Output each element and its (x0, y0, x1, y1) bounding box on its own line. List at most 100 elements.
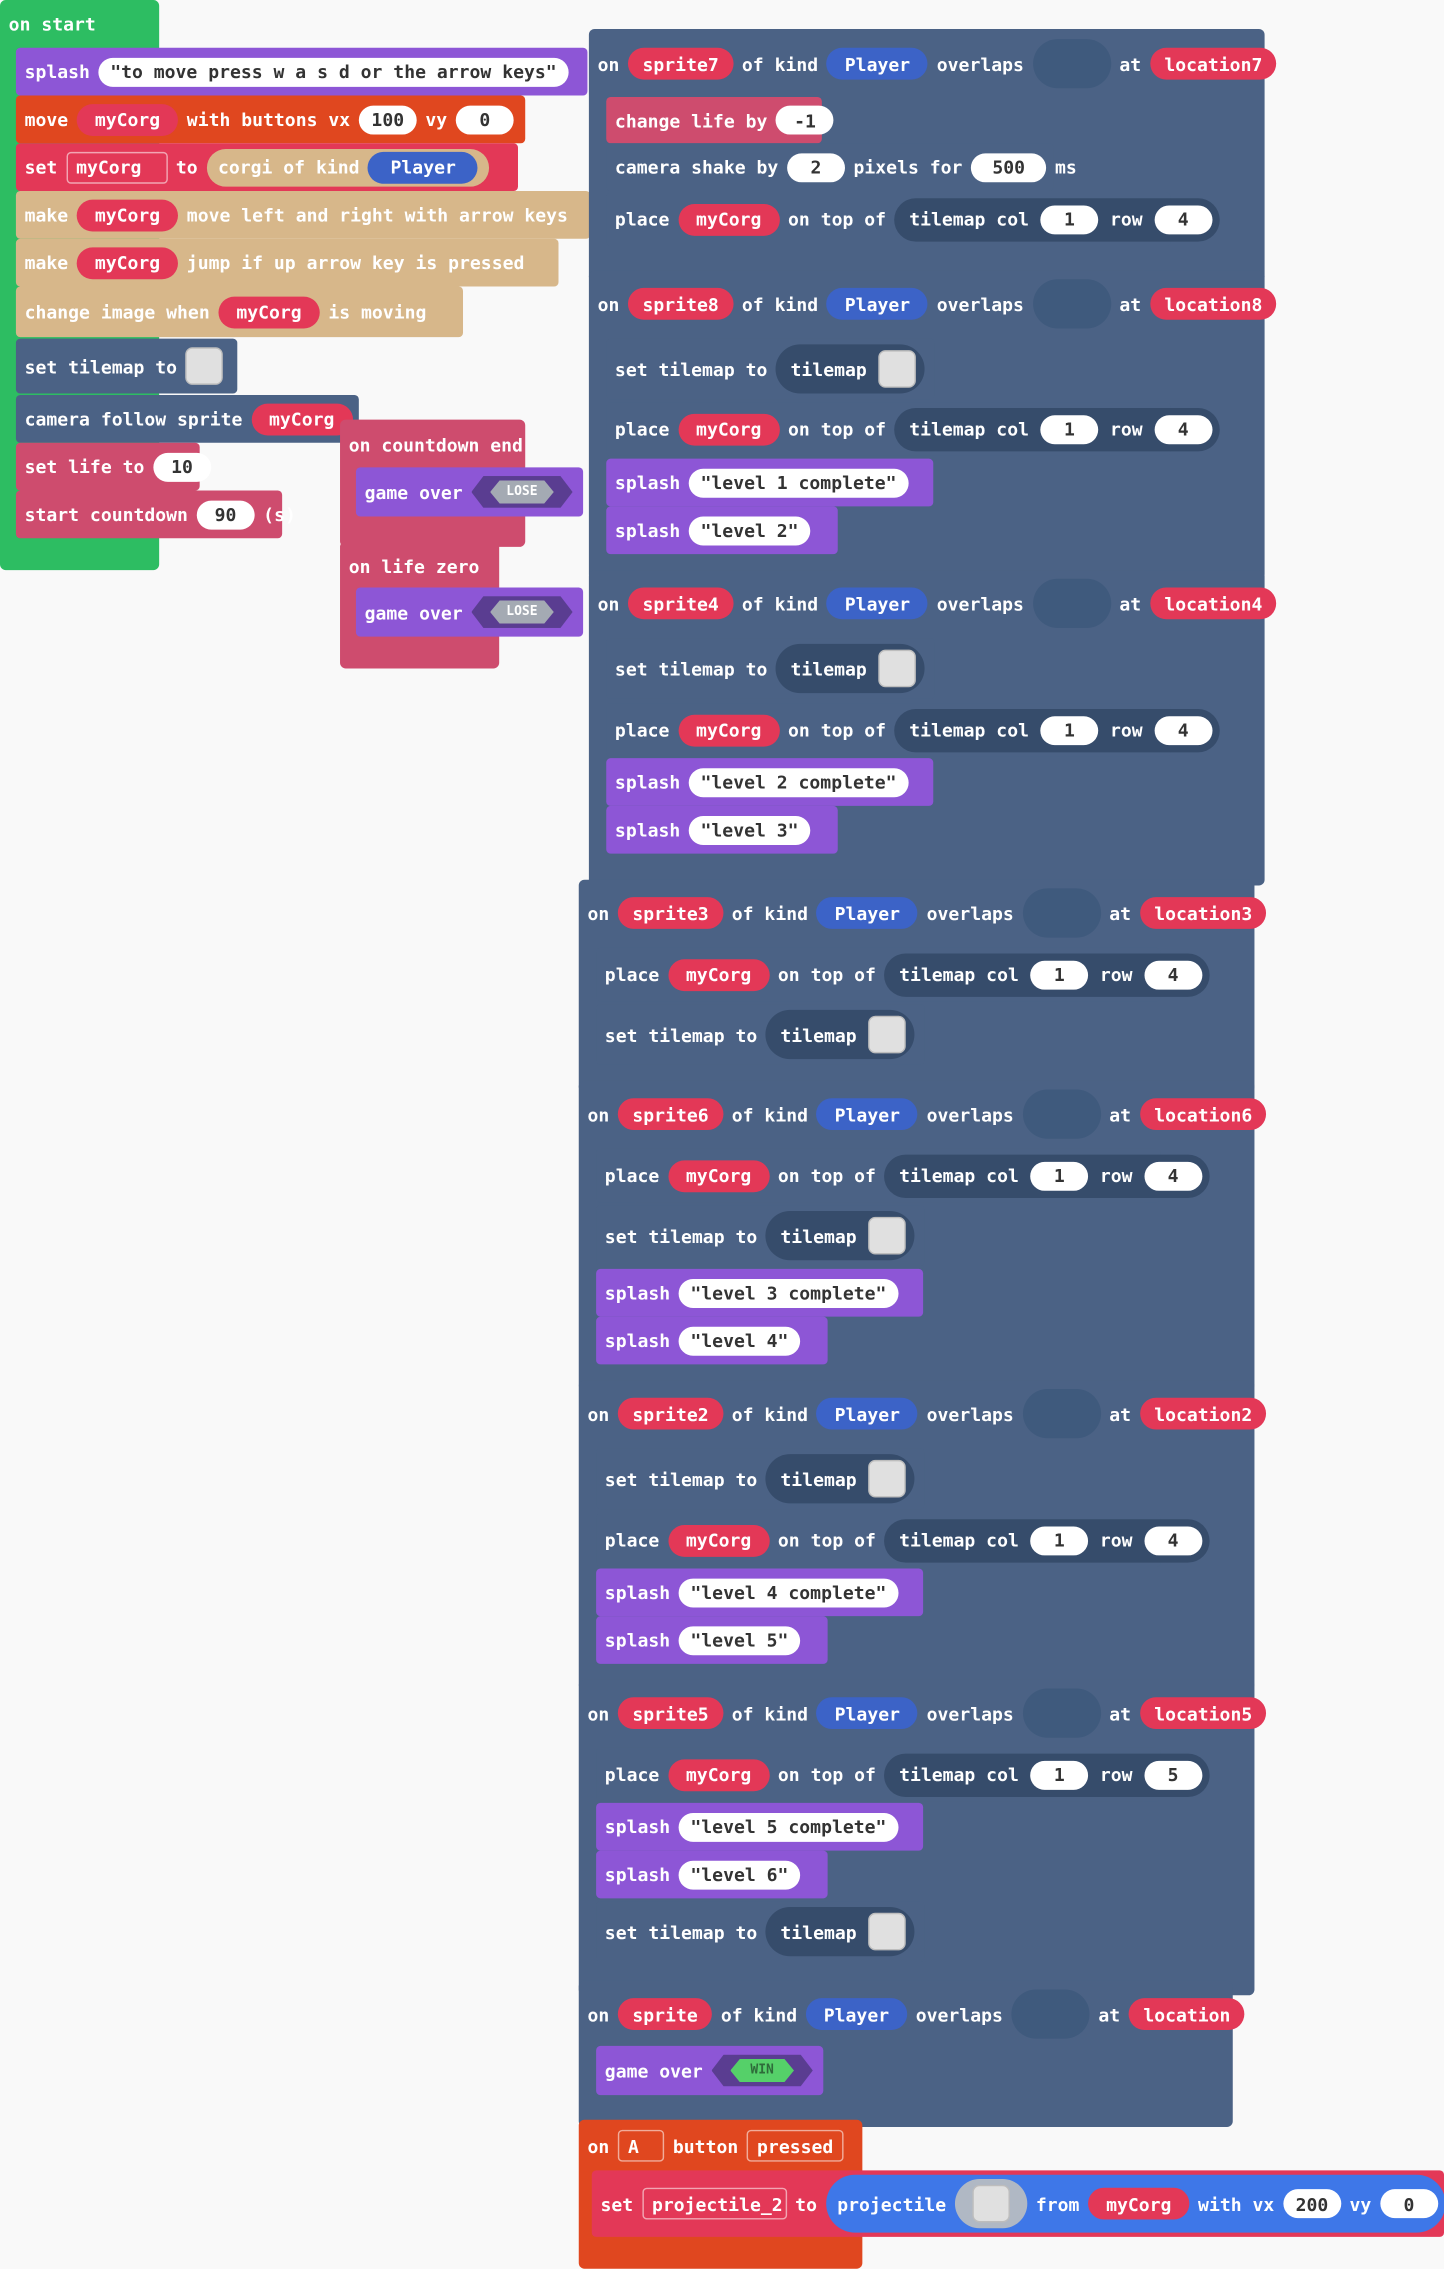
tilemap-thumbnail[interactable] (878, 649, 916, 688)
splash-block[interactable]: splash "level 2 complete" (606, 758, 934, 806)
sprite-var-dropdown[interactable]: myCorg (76, 246, 179, 279)
set-tilemap-block[interactable]: set tilemap to tilemap (606, 338, 935, 400)
splash-block[interactable]: splash "level 4 complete" (596, 1568, 924, 1617)
tilemap-col-row-block[interactable]: tilemap col 1 row 4 (894, 407, 1220, 451)
tilemap-col-row-block[interactable]: tilemap col 1 row 4 (884, 952, 1210, 997)
set-projectile-block[interactable]: set projectile_2 to projectile from myCo… (591, 2170, 1444, 2237)
splash-block[interactable]: splash "level 2" (606, 506, 838, 555)
kind-dropdown[interactable]: Player (826, 287, 929, 320)
kind-dropdown[interactable]: Player (816, 1697, 918, 1730)
start-countdown-block[interactable]: start countdown 90 (s) (15, 490, 296, 539)
tilemap-col-row-block[interactable]: tilemap col 1 row 4 (884, 1518, 1210, 1562)
vy-input[interactable]: 0 (455, 104, 514, 134)
location-param[interactable]: location5 (1139, 1697, 1267, 1730)
game-over-lose-block[interactable]: game over LOSE (355, 467, 584, 517)
vx-input[interactable]: 100 (358, 104, 417, 134)
splash-text-input[interactable]: "level 2 complete" (688, 767, 909, 797)
set-tilemap-block[interactable]: set tilemap to tilemap (596, 1004, 925, 1065)
sprite-var-dropdown[interactable]: myCorg (678, 714, 780, 746)
shake-pixels-input[interactable]: 2 (786, 152, 845, 182)
sprite-param[interactable]: sprite8 (628, 287, 734, 320)
location-param[interactable]: location8 (1149, 287, 1277, 320)
tilemap-thumbnail[interactable] (868, 1459, 906, 1498)
tile-slot[interactable] (1032, 578, 1111, 628)
sprite-param[interactable]: sprite4 (628, 587, 734, 620)
corgi-of-kind-block[interactable]: corgi of kind Player (206, 148, 490, 186)
row-input[interactable]: 4 (1154, 715, 1213, 745)
splash-text-input[interactable]: "level 5" (678, 1625, 800, 1655)
result-dropdown[interactable]: LOSE (471, 476, 573, 508)
splash-text-input[interactable]: "level 5 complete" (678, 1812, 898, 1842)
set-tilemap-block[interactable]: set tilemap to tilemap (596, 1448, 925, 1510)
tilemap-col-row-block[interactable]: tilemap col 1 row 4 (894, 197, 1220, 241)
splash-text-input[interactable]: "level 2" (688, 515, 811, 545)
game-over-win-block[interactable]: game over WIN (596, 2045, 824, 2096)
projectile-image-thumbnail[interactable] (972, 2184, 1010, 2223)
splash-text-input[interactable]: "level 3 complete" (678, 1278, 898, 1308)
sprite-var-dropdown[interactable]: myCorg (667, 1758, 770, 1791)
splash-block[interactable]: splash "level 4" (596, 1316, 828, 1365)
sprite-var-dropdown[interactable]: myCorg (667, 1524, 770, 1557)
vy-input[interactable]: 0 (1380, 2189, 1438, 2219)
location-param[interactable]: location2 (1139, 1397, 1267, 1430)
kind-dropdown[interactable]: Player (368, 151, 479, 184)
place-on-top-block[interactable]: place myCorg on top of tilemap col 1 row… (596, 1513, 1210, 1567)
tile-slot[interactable] (1011, 1989, 1090, 2039)
sprite-param[interactable]: sprite2 (617, 1397, 724, 1430)
sprite-var-dropdown[interactable]: myCorg (76, 103, 179, 136)
splash-text-input[interactable]: "level 3" (688, 815, 811, 845)
set-tilemap-block[interactable]: set tilemap to tilemap (596, 1901, 925, 1962)
kind-dropdown[interactable]: Player (816, 1098, 918, 1131)
tilemap-thumbnail[interactable] (868, 1216, 906, 1255)
splash-text-input[interactable]: "level 1 complete" (688, 468, 909, 498)
event-type-dropdown[interactable]: pressed (746, 2129, 844, 2162)
location-param[interactable]: location6 (1139, 1098, 1267, 1131)
splash-text-input[interactable]: "level 6" (678, 1859, 800, 1889)
row-input[interactable]: 4 (1144, 1161, 1203, 1191)
make-move-block[interactable]: make myCorg move left and right with arr… (15, 190, 591, 239)
col-input[interactable]: 1 (1030, 960, 1089, 989)
camera-follow-block[interactable]: camera follow sprite myCorg (15, 395, 359, 443)
sprite-var-dropdown[interactable]: myCorg (251, 402, 353, 435)
location-param[interactable]: location4 (1149, 587, 1277, 620)
change-life-block[interactable]: change life by -1 (606, 96, 834, 144)
sprite-param[interactable]: sprite7 (628, 47, 734, 80)
tilemap-block[interactable]: tilemap (765, 1009, 915, 1060)
row-input[interactable]: 4 (1144, 1525, 1203, 1555)
projectile-image-slot[interactable] (954, 2179, 1028, 2229)
col-input[interactable]: 1 (1040, 204, 1099, 234)
tile-slot[interactable] (1022, 888, 1101, 938)
make-jump-block[interactable]: make myCorg jump if up arrow key is pres… (15, 238, 559, 287)
place-on-top-block[interactable]: place myCorg on top of tilemap col 1 row… (606, 703, 1220, 757)
change-image-block[interactable]: change image when myCorg is moving (15, 286, 464, 338)
tilemap-thumbnail[interactable] (868, 1912, 906, 1951)
location-param[interactable]: location (1128, 1998, 1245, 2031)
splash-block[interactable]: splash "level 3" (606, 805, 838, 854)
set-tilemap-block[interactable]: set tilemap to tilemap (596, 1205, 925, 1267)
row-input[interactable]: 4 (1144, 960, 1203, 989)
splash-block[interactable]: splash "level 3 complete" (596, 1268, 924, 1317)
splash-block[interactable]: splash "to move press w a s d or the arr… (15, 47, 588, 96)
set-variable-block[interactable]: set myCorg to corgi of kind Player (15, 143, 518, 191)
tilemap-thumbnail[interactable] (185, 347, 224, 385)
sprite-param[interactable]: sprite3 (617, 897, 724, 929)
kind-dropdown[interactable]: Player (816, 1397, 918, 1430)
row-input[interactable]: 5 (1144, 1760, 1203, 1790)
place-on-top-block[interactable]: place myCorg on top of tilemap col 1 row… (596, 1747, 1210, 1802)
tilemap-col-row-block[interactable]: tilemap col 1 row 4 (884, 1153, 1210, 1198)
result-dropdown[interactable]: LOSE (471, 596, 573, 628)
splash-text-input[interactable]: "to move press w a s d or the arrow keys… (98, 57, 569, 87)
result-dropdown[interactable]: WIN (711, 2054, 813, 2087)
blocks-workspace[interactable]: on start splash "to move press w a s d o… (0, 0, 1444, 2269)
sprite-var-dropdown[interactable]: myCorg (667, 958, 770, 991)
place-on-top-block[interactable]: place myCorg on top of tilemap col 1 row… (596, 947, 1210, 1002)
sprite-var-dropdown[interactable]: myCorg (678, 413, 780, 445)
sprite-param[interactable]: sprite5 (617, 1697, 724, 1730)
tilemap-col-row-block[interactable]: tilemap col 1 row 5 (884, 1752, 1210, 1797)
sprite-param[interactable]: sprite (617, 1998, 713, 2031)
splash-text-input[interactable]: "level 4 complete" (678, 1577, 898, 1607)
sprite-var-dropdown[interactable]: myCorg (678, 203, 780, 236)
game-over-lose-block[interactable]: game over LOSE (355, 587, 584, 637)
splash-block[interactable]: splash "level 5" (596, 1616, 828, 1664)
tilemap-col-row-block[interactable]: tilemap col 1 row 4 (894, 708, 1220, 752)
